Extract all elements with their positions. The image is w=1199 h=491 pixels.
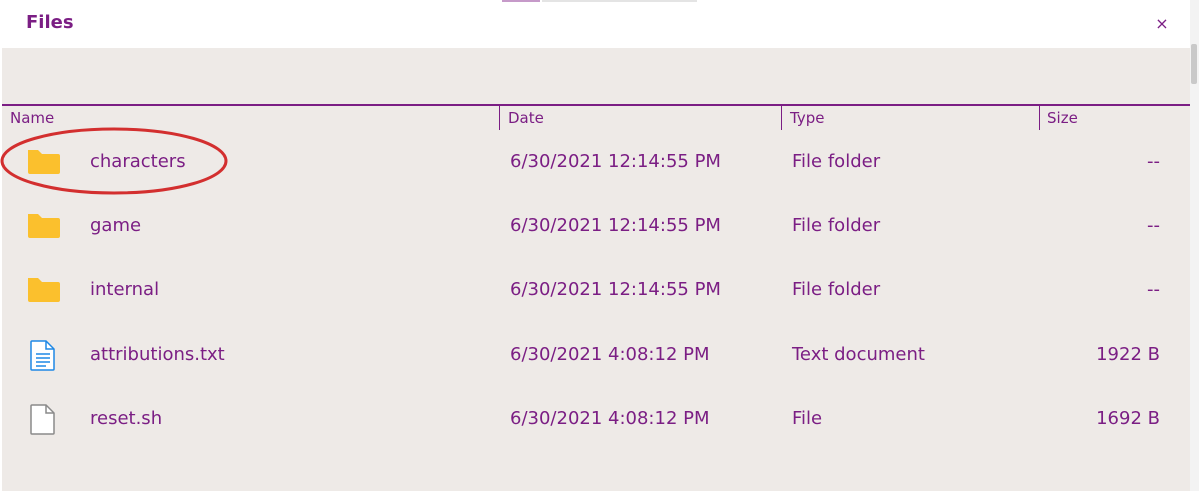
file-size: -- bbox=[1147, 215, 1160, 236]
column-separator[interactable] bbox=[499, 106, 500, 130]
file-name: game bbox=[90, 215, 142, 236]
title-bar: Files × bbox=[2, 0, 1190, 48]
file-size: 1692 B bbox=[1096, 408, 1160, 429]
folder-icon bbox=[24, 194, 64, 258]
toolbar bbox=[2, 48, 1190, 104]
file-date: 6/30/2021 12:14:55 PM bbox=[510, 151, 721, 172]
file-size: -- bbox=[1147, 151, 1160, 172]
file-date: 6/30/2021 12:14:55 PM bbox=[510, 279, 721, 300]
file-date: 6/30/2021 4:08:12 PM bbox=[510, 344, 710, 365]
file-icon bbox=[24, 387, 64, 451]
folder-icon bbox=[24, 258, 64, 322]
file-type: File folder bbox=[792, 151, 881, 172]
file-size: 1922 B bbox=[1096, 344, 1160, 365]
column-header-size[interactable]: Size bbox=[1047, 106, 1167, 130]
file-name: attributions.txt bbox=[90, 344, 225, 365]
files-window: Files × Name Date Type Size characters 6… bbox=[0, 0, 1190, 491]
tab-indicator-track bbox=[542, 0, 697, 2]
file-type: File bbox=[792, 408, 823, 429]
file-name: characters bbox=[90, 151, 186, 172]
folder-icon bbox=[24, 130, 64, 194]
file-row-reset[interactable]: reset.sh 6/30/2021 4:08:12 PM File 1692 … bbox=[2, 387, 1190, 451]
text-document-icon bbox=[24, 323, 64, 387]
file-row-attributions[interactable]: attributions.txt 6/30/2021 4:08:12 PM Te… bbox=[2, 323, 1190, 387]
tab-indicator bbox=[502, 0, 540, 2]
file-date: 6/30/2021 12:14:55 PM bbox=[510, 215, 721, 236]
column-header-date[interactable]: Date bbox=[508, 106, 778, 130]
file-row-characters[interactable]: characters 6/30/2021 12:14:55 PM File fo… bbox=[2, 130, 1190, 194]
file-type: File folder bbox=[792, 215, 881, 236]
file-row-internal[interactable]: internal 6/30/2021 12:14:55 PM File fold… bbox=[2, 258, 1190, 322]
window-title: Files bbox=[26, 12, 74, 33]
file-type: Text document bbox=[792, 344, 925, 365]
file-name: reset.sh bbox=[90, 408, 163, 429]
column-separator[interactable] bbox=[781, 106, 782, 130]
column-header-type[interactable]: Type bbox=[790, 106, 1030, 130]
close-button[interactable]: × bbox=[1152, 12, 1172, 36]
file-size: -- bbox=[1147, 279, 1160, 300]
scrollbar-thumb[interactable] bbox=[1191, 44, 1197, 84]
column-separator[interactable] bbox=[1039, 106, 1040, 130]
file-row-game[interactable]: game 6/30/2021 12:14:55 PM File folder -… bbox=[2, 194, 1190, 258]
file-name: internal bbox=[90, 279, 160, 300]
file-type: File folder bbox=[792, 279, 881, 300]
file-date: 6/30/2021 4:08:12 PM bbox=[510, 408, 710, 429]
column-header-name[interactable]: Name bbox=[10, 106, 490, 130]
